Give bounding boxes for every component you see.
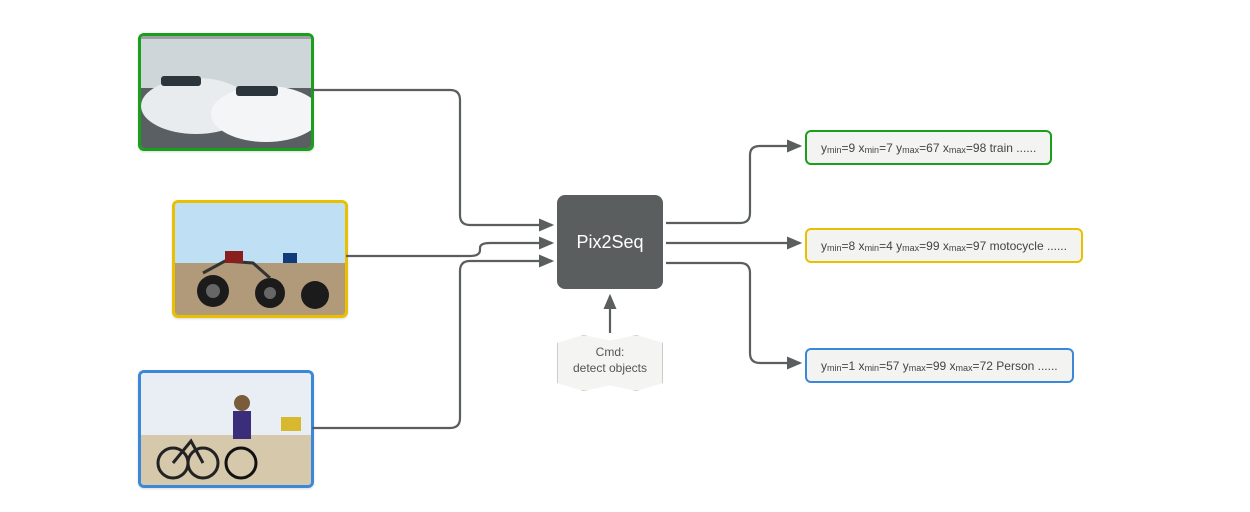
output-person: ymin=1 xmin=57 ymax=99 xmax=72 Person ..… — [805, 348, 1074, 383]
cmd-line1: Cmd: — [558, 344, 662, 360]
output-motocycle: ymin=8 xmin=4 ymax=99 xmax=97 motocycle … — [805, 228, 1083, 263]
output-train: ymin=9 xmin=7 ymax=67 xmax=98 train ....… — [805, 130, 1052, 165]
input-image-train — [138, 33, 314, 151]
output-train-text: ymin=9 xmin=7 ymax=67 xmax=98 train ....… — [821, 141, 1036, 155]
output-motocycle-text: ymin=8 xmin=4 ymax=99 xmax=97 motocycle … — [821, 239, 1067, 253]
model-label: Pix2Seq — [576, 232, 643, 253]
input-image-person — [138, 370, 314, 488]
output-person-text: ymin=1 xmin=57 ymax=99 xmax=72 Person ..… — [821, 359, 1058, 373]
model-box: Pix2Seq — [557, 195, 663, 289]
cmd-line2: detect objects — [558, 360, 662, 376]
cmd-flag: Cmd: detect objects — [557, 335, 663, 391]
input-image-motocycle — [172, 200, 348, 318]
diagram-canvas: { "model_label": "Pix2Seq", "cmd_line1":… — [0, 0, 1250, 512]
